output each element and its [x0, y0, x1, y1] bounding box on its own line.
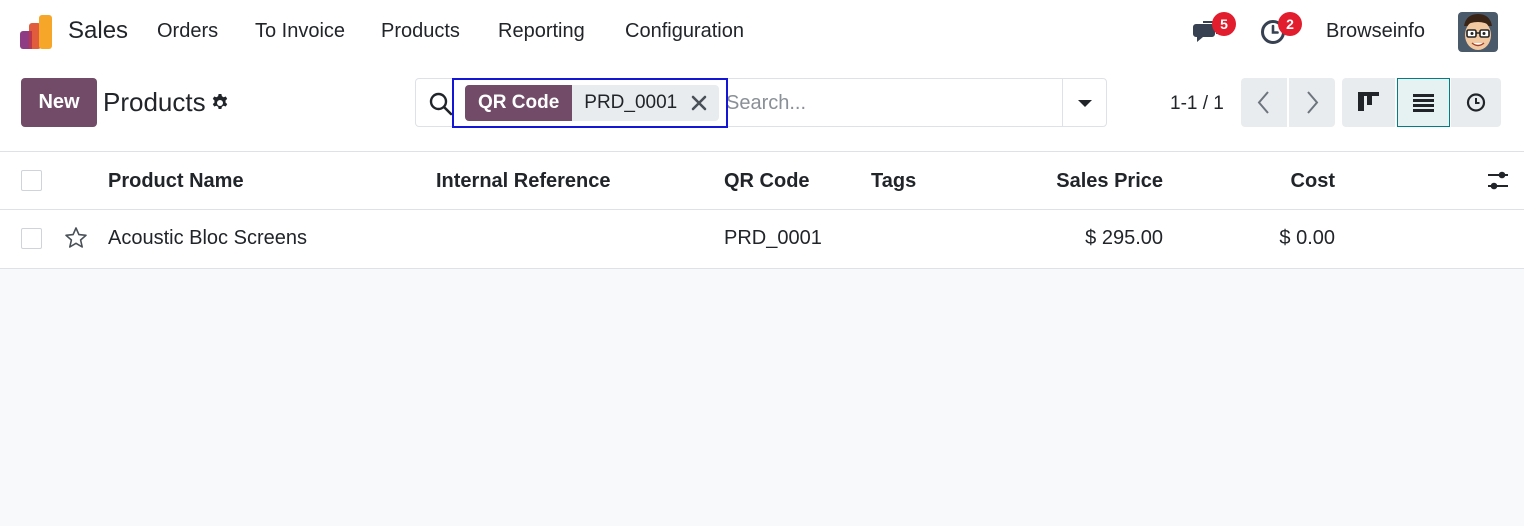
optional-columns-icon[interactable]: [1486, 170, 1510, 192]
pager-next-button[interactable]: [1289, 78, 1335, 127]
app-name[interactable]: Sales: [68, 17, 128, 45]
search-box: QR Code PRD_0001: [415, 78, 1107, 127]
search-input[interactable]: [726, 87, 1056, 119]
user-name[interactable]: Browseinfo: [1326, 20, 1425, 43]
chevron-left-icon: [1257, 91, 1269, 114]
messages-count-badge: 5: [1212, 12, 1236, 36]
cell-sales-price: $ 295.00: [1085, 227, 1163, 249]
facet-label: QR Code: [465, 85, 573, 121]
search-icon[interactable]: [428, 91, 454, 117]
column-header-tags[interactable]: Tags: [871, 170, 916, 193]
search-options-toggle[interactable]: [1062, 79, 1106, 126]
page-title: Products: [103, 87, 206, 117]
column-header-qr-code[interactable]: QR Code: [724, 170, 810, 193]
close-icon[interactable]: [691, 95, 707, 111]
chevron-right-icon: [1307, 91, 1319, 114]
facet-value: PRD_0001: [584, 92, 678, 113]
cell-qr-code: PRD_0001: [724, 227, 822, 249]
gear-icon[interactable]: [210, 93, 230, 113]
facet-value-group: PRD_0001: [572, 85, 720, 121]
pager-previous-button[interactable]: [1241, 78, 1287, 127]
activities-count-badge: 2: [1278, 12, 1302, 36]
menu-configuration[interactable]: Configuration: [625, 20, 744, 43]
column-header-cost[interactable]: Cost: [1175, 170, 1335, 193]
caret-down-icon: [1078, 100, 1092, 107]
list-icon: [1413, 94, 1434, 112]
table-row[interactable]: Acoustic Bloc Screens PRD_0001 $ 295.00 …: [0, 210, 1524, 269]
pager-value[interactable]: 1-1 / 1: [1170, 93, 1224, 115]
sales-app-logo-icon[interactable]: [20, 15, 54, 49]
products-list-table: Product Name Internal Reference QR Code …: [0, 152, 1524, 269]
control-panel: New Products QR Code PRD_0001 1-1 / 1: [0, 64, 1524, 152]
menu-products[interactable]: Products: [381, 20, 460, 43]
table-header: Product Name Internal Reference QR Code …: [0, 152, 1524, 210]
avatar-face-icon: [1458, 12, 1498, 52]
select-all-checkbox[interactable]: [21, 170, 42, 191]
column-header-sales-price[interactable]: Sales Price: [1003, 170, 1163, 193]
menu-reporting[interactable]: Reporting: [498, 20, 585, 43]
top-navbar: Sales Orders To Invoice Products Reporti…: [0, 0, 1524, 64]
kanban-icon: [1358, 92, 1379, 111]
cell-product-name: Acoustic Bloc Screens: [108, 227, 307, 249]
list-view-button[interactable]: [1397, 78, 1450, 127]
kanban-view-button[interactable]: [1342, 78, 1395, 127]
user-avatar[interactable]: [1458, 12, 1498, 52]
activity-view-button[interactable]: [1451, 78, 1501, 127]
search-facet: QR Code PRD_0001: [465, 85, 720, 121]
star-icon[interactable]: [64, 226, 88, 250]
column-header-internal-reference[interactable]: Internal Reference: [436, 170, 611, 193]
clock-icon: [1466, 93, 1486, 112]
menu-to-invoice[interactable]: To Invoice: [255, 20, 345, 43]
row-checkbox[interactable]: [21, 228, 42, 249]
menu-orders[interactable]: Orders: [157, 20, 218, 43]
new-button[interactable]: New: [21, 78, 97, 127]
cell-cost: $ 0.00: [1279, 227, 1335, 249]
column-header-product-name[interactable]: Product Name: [108, 170, 244, 193]
